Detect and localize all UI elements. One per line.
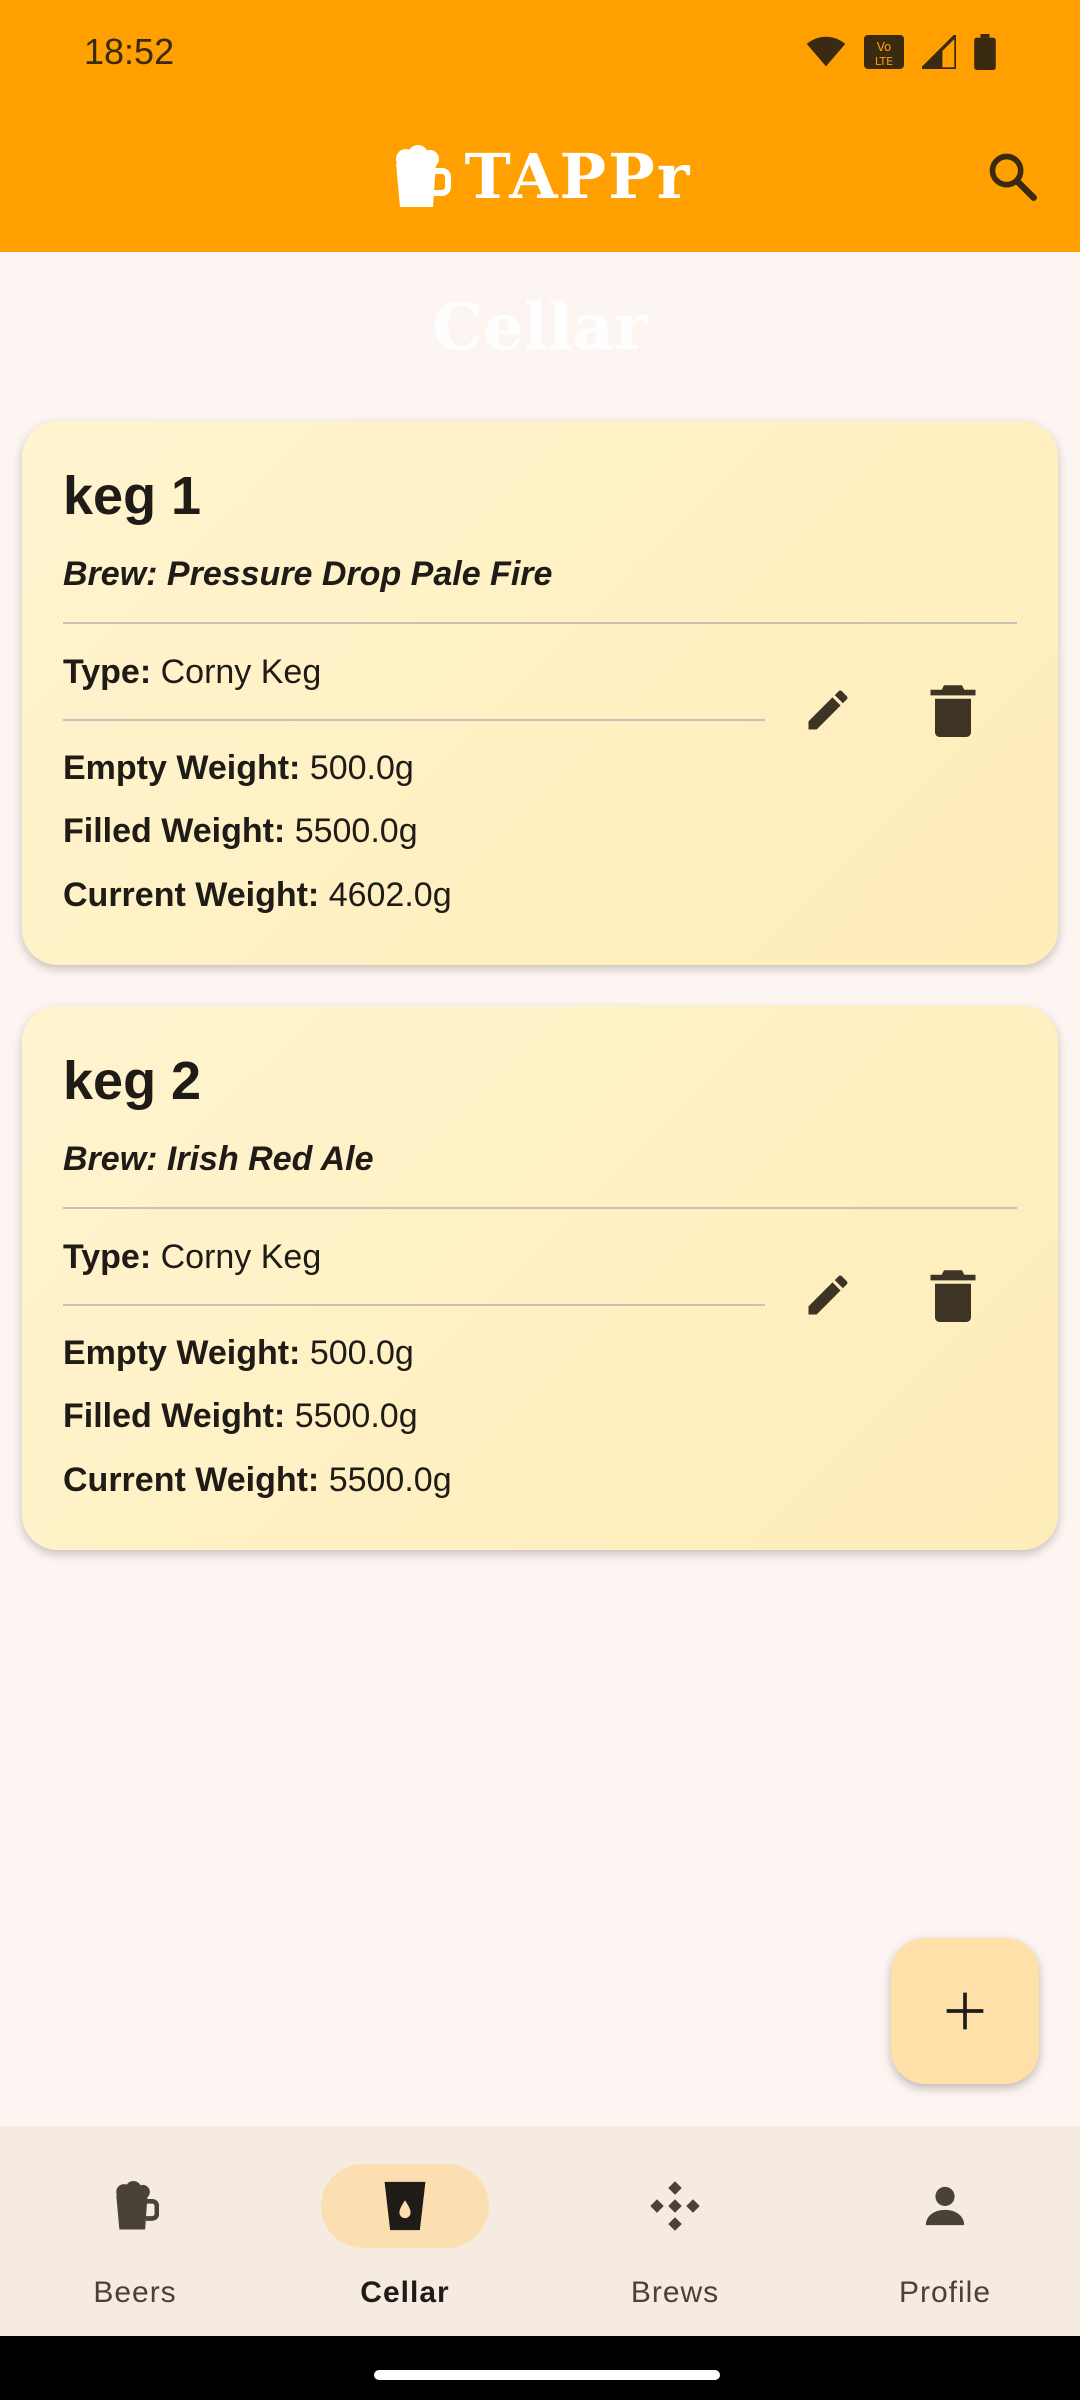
nav-label: Profile [898,2276,992,2309]
filled-weight-value: 5500.0g [294,812,418,850]
divider [63,622,1017,624]
signal-icon [922,35,956,69]
keg-empty-weight: Empty Weight: 500.0g [63,749,414,788]
add-keg-button[interactable] [891,1938,1039,2084]
keg-brew: Brew: Irish Red Ale [63,1140,374,1178]
nav-label: Brews [630,2276,720,2309]
type-label: Type: [63,1238,152,1276]
home-handle[interactable] [374,2370,720,2380]
keg-type: Type: Corny Keg [63,1238,321,1277]
keg-current-weight: Current Weight: 5500.0g [63,1461,452,1500]
beer-mug-logo-icon [395,144,451,207]
current-weight-value: 4602.0g [328,876,452,914]
keg-current-weight: Current Weight: 4602.0g [63,876,452,915]
nav-icon-container [321,2164,489,2248]
divider [63,1207,1017,1209]
search-icon [989,153,1037,201]
filled-weight-label: Filled Weight: [63,1397,286,1435]
status-bar: 18:52 Vo LTE [0,0,1080,104]
pencil-icon [808,1275,848,1315]
gesture-bar [0,2336,1080,2400]
current-weight-label: Current Weight: [63,876,320,914]
cup-icon [384,2181,426,2231]
status-icons: Vo LTE [806,34,996,70]
nav-item-profile[interactable]: Profile [810,2126,1080,2336]
divider [63,719,765,721]
search-button[interactable] [980,144,1044,208]
filled-weight-value: 5500.0g [294,1397,418,1435]
nav-item-cellar[interactable]: Cellar [270,2126,540,2336]
current-weight-value: 5500.0g [328,1461,452,1499]
battery-icon [974,34,996,70]
status-time: 18:52 [84,31,175,72]
bottom-navigation: Beers Cellar Brews Profile [0,2126,1080,2336]
person-icon [925,2186,965,2226]
current-weight-label: Current Weight: [63,1461,320,1499]
wifi-icon [806,36,846,67]
trash-icon [930,1270,976,1322]
svg-text:LTE: LTE [875,55,893,68]
nav-icon-container [51,2164,219,2248]
type-label: Type: [63,653,152,691]
nav-icon-container [591,2164,759,2248]
edit-button[interactable] [793,1260,863,1330]
keg-name: keg 2 [63,1051,202,1111]
nav-label: Beers [93,2276,177,2309]
beer-mug-icon [116,2181,159,2230]
empty-weight-label: Empty Weight: [63,749,301,787]
app-logo: TAPPr [0,140,1080,213]
svg-text:Vo: Vo [877,40,892,54]
edit-button[interactable] [793,675,863,745]
volte-icon: VoLTE [864,35,904,69]
brew-diamond-icon [650,2181,700,2231]
page-title: Cellar [432,290,648,365]
nav-item-brews[interactable]: Brews [540,2126,810,2336]
keg-card[interactable]: keg 1 Brew: Pressure Drop Pale Fire Type… [22,421,1058,965]
filled-weight-label: Filled Weight: [63,812,286,850]
type-value: Corny Keg [160,1238,322,1276]
delete-button[interactable] [918,1260,988,1330]
empty-weight-value: 500.0g [309,1334,414,1372]
keg-type: Type: Corny Keg [63,653,321,692]
nav-item-beers[interactable]: Beers [0,2126,270,2336]
nav-label: Cellar [360,2276,450,2309]
trash-icon [930,685,976,737]
empty-weight-value: 500.0g [309,749,414,787]
keg-brew: Brew: Pressure Drop Pale Fire [63,555,553,593]
keg-filled-weight: Filled Weight: 5500.0g [63,812,418,851]
app-name: TAPPr [464,140,692,213]
nav-icon-container [861,2164,1029,2248]
pencil-icon [808,690,848,730]
divider [63,1304,765,1306]
app-bar: 18:52 Vo LTE TAPPr [0,0,1080,252]
keg-filled-weight: Filled Weight: 5500.0g [63,1397,418,1436]
keg-name: keg 1 [63,466,202,526]
keg-empty-weight: Empty Weight: 500.0g [63,1334,414,1373]
empty-weight-label: Empty Weight: [63,1334,301,1372]
type-value: Corny Keg [160,653,322,691]
keg-card[interactable]: keg 2 Brew: Irish Red Ale Type: Corny Ke… [22,1006,1058,1550]
delete-button[interactable] [918,675,988,745]
plus-icon [946,1992,984,2030]
